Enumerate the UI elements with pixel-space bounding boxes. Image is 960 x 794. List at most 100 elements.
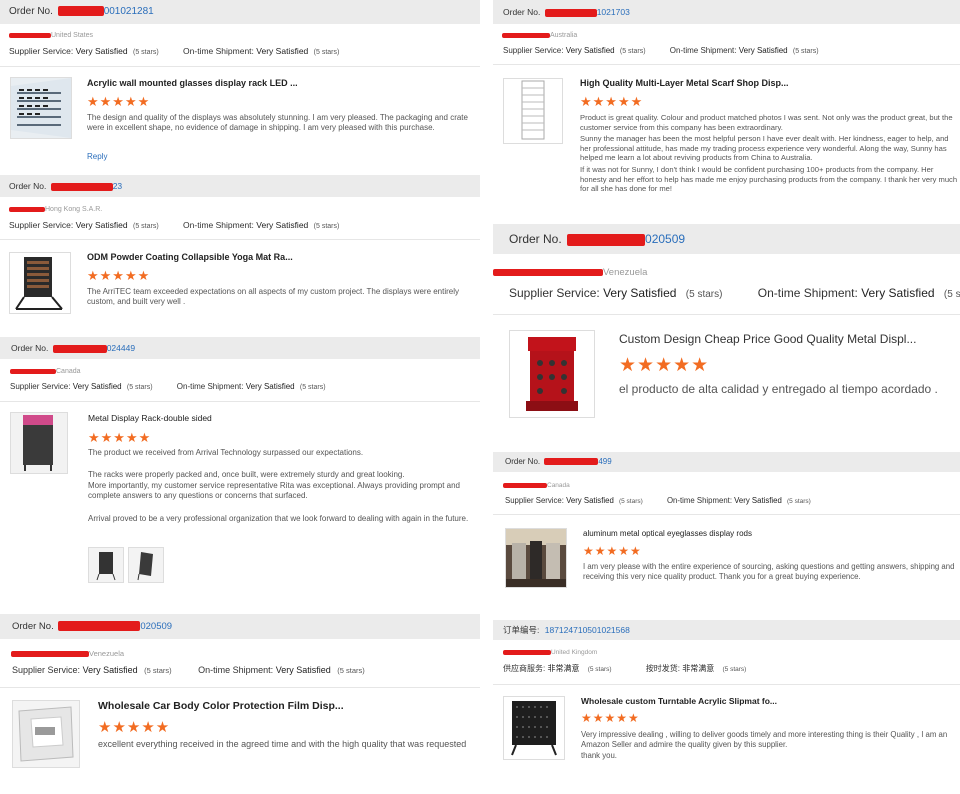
review-card: Order No. 001021281 United States Suppli… [0, 0, 480, 175]
order-number[interactable]: 1021703 [597, 7, 630, 17]
order-number[interactable]: 187124710501021568 [545, 625, 630, 635]
product-thumbnail[interactable] [505, 528, 567, 588]
rating-stars: ★★★★★ [87, 268, 151, 283]
product-thumbnail[interactable] [12, 700, 80, 768]
buyer-country: United States [9, 32, 93, 39]
redaction [50, 182, 113, 191]
ontime-shipment-stars: (5 stars) [313, 223, 340, 230]
ontime-shipment-label: On-time Shipment: [669, 46, 737, 55]
ontime-shipment-value: Very Satisfied [738, 46, 788, 55]
red-metal-display-image [510, 331, 594, 417]
ratings-row: 供应商服务: 非常满意 (5 stars) 按时发货: 非常满意 (5 star… [503, 663, 746, 674]
buyer-country: Hong Kong S.A.R. [9, 206, 102, 213]
order-label: 订单编号: [503, 625, 540, 635]
product-title[interactable]: High Quality Multi-Layer Metal Scarf Sho… [580, 78, 789, 88]
divider [0, 66, 480, 67]
product-title[interactable]: ODM Powder Coating Collapsible Yoga Mat … [87, 252, 293, 262]
review-card: Order No. 024449 Canada Supplier Service… [0, 337, 480, 612]
buyer-country: Venezuela [11, 649, 124, 658]
supplier-service-label: Supplier Service: [9, 46, 74, 56]
review-photo-image [129, 548, 163, 582]
order-number[interactable]: 020509 [140, 621, 172, 632]
ratings-row: Supplier Service: Very Satisfied (5 star… [9, 220, 339, 230]
supplier-service-value: Very Satisfied [565, 46, 615, 55]
supplier-service-value: Very Satisfied [72, 382, 122, 391]
ontime-shipment-label: On-time Shipment: [757, 286, 858, 300]
ontime-shipment-stars: (5 stars) [943, 289, 960, 300]
supplier-service-stars: (5 stars) [618, 498, 643, 505]
product-thumbnail[interactable] [10, 412, 68, 474]
product-thumbnail[interactable] [509, 330, 595, 418]
product-thumbnail[interactable] [503, 696, 565, 760]
review-paragraph: Very impressive dealing , willing to del… [581, 730, 948, 749]
country-name: Venezuela [89, 649, 125, 658]
order-label: Order No. [509, 232, 562, 246]
column-gap [480, 0, 493, 794]
country-name: Venezuela [603, 267, 648, 278]
review-photo[interactable] [88, 547, 124, 583]
supplier-service-label: Supplier Service: [12, 665, 81, 675]
metal-rack-image [11, 413, 67, 473]
country-name: Canada [547, 482, 570, 489]
product-title[interactable]: Acrylic wall mounted glasses display rac… [87, 78, 298, 88]
yoga-mat-rack-image [10, 253, 70, 313]
product-title[interactable]: Wholesale custom Turntable Acrylic Slipm… [581, 696, 777, 706]
redaction [58, 621, 141, 632]
redaction [544, 8, 597, 17]
review-card: Order No. 1021703 Australia Supplier Ser… [493, 0, 960, 220]
redaction [52, 344, 107, 353]
reply-link[interactable]: Reply [87, 152, 107, 161]
review-text: el producto de alta calidad y entregado … [619, 382, 938, 396]
order-number[interactable]: 020509 [645, 232, 685, 246]
product-thumbnail[interactable] [9, 252, 71, 314]
order-label: Order No. [11, 343, 49, 353]
supplier-service-stars: (5 stars) [133, 49, 159, 56]
buyer-country: Canada [503, 482, 570, 489]
supplier-service-stars: (5 stars) [144, 666, 172, 675]
redaction [502, 32, 550, 38]
right-column: Order No. 1021703 Australia Supplier Ser… [493, 0, 960, 794]
order-label: Order No. [9, 181, 47, 191]
divider [493, 64, 960, 65]
scarf-rack-image [504, 79, 562, 143]
supplier-service-label: Supplier Service: [503, 46, 564, 55]
order-bar: Order No. 001021281 [0, 0, 480, 24]
country-name: United States [51, 32, 94, 39]
supplier-service-value: Very Satisfied [566, 496, 614, 505]
ratings-row: Supplier Service: Very Satisfied (5 star… [509, 286, 960, 300]
country-name: Australia [550, 32, 578, 39]
redaction [493, 268, 603, 276]
order-bar: Order No. 23 [0, 175, 480, 197]
review-photo[interactable] [128, 547, 164, 583]
product-title[interactable]: Metal Display Rack-double sided [88, 413, 212, 423]
order-bar: Order No. 024449 [0, 337, 480, 359]
supplier-service-value: Very Satisfied [75, 46, 128, 56]
ontime-shipment-stars: (5 stars) [337, 666, 365, 675]
product-thumbnail[interactable] [503, 78, 563, 144]
rating-stars: ★★★★★ [87, 94, 151, 109]
supplier-service-stars: (5 stars) [619, 48, 646, 55]
ratings-row: Supplier Service: Very Satisfied (5 star… [10, 382, 326, 391]
order-number[interactable]: 001021281 [104, 6, 154, 17]
ontime-shipment-label: On-time Shipment: [183, 46, 254, 56]
redaction [9, 32, 51, 38]
supplier-service-stars: (5 stars) [587, 666, 612, 673]
product-thumbnail[interactable] [10, 77, 72, 139]
rating-stars: ★★★★★ [580, 94, 644, 109]
divider [493, 684, 960, 685]
review-text: I am very please with the entire experie… [583, 562, 955, 581]
ratings-row: Supplier Service: Very Satisfied (5 star… [505, 496, 811, 505]
rating-stars: ★★★★★ [98, 719, 171, 736]
product-title[interactable]: Wholesale Car Body Color Protection Film… [98, 700, 344, 712]
product-title[interactable]: aluminum metal optical eyeglasses displa… [583, 529, 752, 538]
ratings-row: Supplier Service: Very Satisfied (5 star… [9, 46, 339, 56]
product-title[interactable]: Custom Design Cheap Price Good Quality M… [619, 332, 916, 346]
supplier-service-value: 非常满意 [547, 664, 580, 673]
country-name: Hong Kong S.A.R. [45, 206, 103, 213]
order-number[interactable]: 024449 [107, 343, 135, 353]
order-number[interactable]: 499 [598, 457, 611, 466]
ontime-shipment-value: Very Satisfied [275, 665, 331, 675]
country-name: Canada [56, 368, 81, 375]
order-number[interactable]: 23 [113, 181, 122, 191]
redaction [567, 233, 646, 246]
